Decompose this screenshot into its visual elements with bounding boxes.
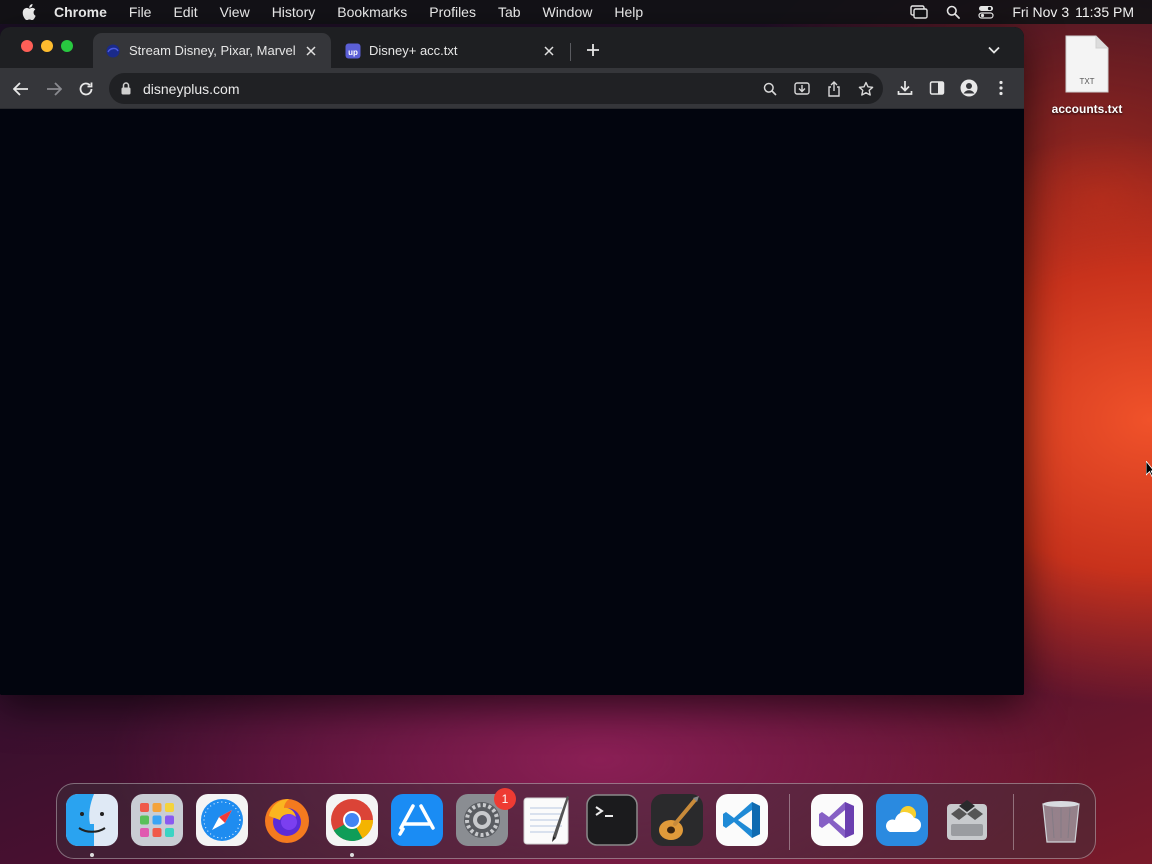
- profile-avatar-icon[interactable]: [960, 79, 978, 97]
- downloads-icon[interactable]: [896, 79, 914, 97]
- menu-help[interactable]: Help: [614, 4, 643, 20]
- chrome-window: Stream Disney, Pixar, Marvel, Star Wars …: [0, 27, 1024, 695]
- menu-bookmarks[interactable]: Bookmarks: [337, 4, 407, 20]
- address-bar[interactable]: disneyplus.com: [109, 73, 883, 104]
- window-close-button[interactable]: [21, 40, 33, 52]
- tab-search-chevron-down-icon[interactable]: [984, 40, 1004, 60]
- page-viewport[interactable]: [0, 110, 1024, 695]
- dock-launchpad-icon[interactable]: [131, 794, 183, 846]
- share-icon[interactable]: [825, 80, 843, 98]
- toolbar-actions: [896, 79, 1010, 97]
- menu-edit[interactable]: Edit: [173, 4, 197, 20]
- menubar: Chrome File Edit View History Bookmarks …: [0, 0, 1152, 24]
- notification-badge: 1: [494, 788, 516, 810]
- dock-garageband-icon[interactable]: [651, 794, 703, 846]
- dock-running-indicator: [350, 853, 354, 857]
- dock-divider: [789, 794, 790, 850]
- new-tab-plus-icon[interactable]: [583, 40, 603, 60]
- menu-profiles[interactable]: Profiles: [429, 4, 476, 20]
- upload-favicon-icon: up: [345, 43, 361, 59]
- menu-app-name[interactable]: Chrome: [54, 4, 107, 20]
- tab-strip: Stream Disney, Pixar, Marvel, Star Wars …: [0, 27, 1024, 68]
- dock-safari-icon[interactable]: [196, 794, 248, 846]
- menu-tab[interactable]: Tab: [498, 4, 521, 20]
- zoom-search-icon[interactable]: [761, 80, 779, 98]
- dock-textedit-icon[interactable]: [521, 794, 573, 846]
- url-text[interactable]: disneyplus.com: [143, 81, 240, 97]
- mouse-cursor-icon: [1146, 461, 1152, 477]
- dock-terminal-icon[interactable]: [586, 794, 638, 846]
- tab-accounts-file[interactable]: up Disney+ acc.txt: [333, 33, 569, 68]
- spotlight-search-icon[interactable]: [946, 5, 961, 19]
- tab-close-icon[interactable]: [541, 43, 557, 59]
- window-minimize-button[interactable]: [41, 40, 53, 52]
- window-maximize-button[interactable]: [61, 40, 73, 52]
- dock-firefox-icon[interactable]: [261, 794, 313, 846]
- dock-boot-camp-icon[interactable]: [941, 794, 993, 846]
- dock-trash-icon[interactable]: [1035, 794, 1087, 846]
- browser-toolbar: disneyplus.com: [0, 68, 1024, 109]
- disney-plus-favicon-icon: [105, 43, 121, 59]
- desktop-file-accounts[interactable]: TXT accounts.txt: [1044, 34, 1130, 116]
- menu-history[interactable]: History: [272, 4, 316, 20]
- screen-mirroring-icon[interactable]: [910, 5, 929, 19]
- lock-icon[interactable]: [119, 82, 133, 96]
- window-controls: [21, 40, 73, 52]
- dock-chrome-icon[interactable]: [326, 794, 378, 846]
- install-app-icon[interactable]: [793, 80, 811, 98]
- menu-window[interactable]: Window: [543, 4, 593, 20]
- desktop-file-name: accounts.txt: [1051, 102, 1123, 116]
- dock-vscode-icon[interactable]: [716, 794, 768, 846]
- tab-disney-plus[interactable]: Stream Disney, Pixar, Marvel, Star Wars: [93, 33, 331, 68]
- apple-menu-icon[interactable]: [18, 4, 40, 20]
- text-document-icon[interactable]: TXT: [1064, 34, 1110, 94]
- omnibox-actions: [761, 73, 875, 104]
- reload-icon[interactable]: [75, 78, 97, 100]
- chrome-menu-kebab-icon[interactable]: [992, 79, 1010, 97]
- tab-close-icon[interactable]: [303, 43, 319, 59]
- dock-app-store-icon[interactable]: [391, 794, 443, 846]
- tab-title: Disney+ acc.txt: [369, 43, 458, 58]
- dock-running-indicator: [90, 853, 94, 857]
- menu-file[interactable]: File: [129, 4, 152, 20]
- menu-view[interactable]: View: [220, 4, 250, 20]
- tab-title: Stream Disney, Pixar, Marvel, Star Wars: [129, 43, 295, 58]
- back-arrow-icon[interactable]: [10, 78, 32, 100]
- favicon-text: up: [348, 48, 358, 57]
- forward-arrow-icon[interactable]: [43, 78, 65, 100]
- menubar-clock[interactable]: Fri Nov 3 11:35 PM: [1012, 4, 1134, 20]
- dock-system-settings-icon[interactable]: 1: [456, 788, 516, 846]
- tab-separator: [570, 43, 571, 61]
- dock-divider: [1013, 794, 1014, 850]
- dock: 1: [56, 783, 1096, 859]
- menubar-tray: Fri Nov 3 11:35 PM: [892, 0, 1134, 24]
- dock-visual-studio-icon[interactable]: [811, 794, 863, 846]
- control-center-icon[interactable]: [978, 5, 994, 19]
- file-type-label: TXT: [1079, 77, 1094, 86]
- menubar-date: Fri Nov 3: [1012, 4, 1070, 20]
- bookmark-star-icon[interactable]: [857, 80, 875, 98]
- side-panel-icon[interactable]: [928, 79, 946, 97]
- dock-finder-icon[interactable]: [66, 794, 118, 846]
- menubar-time: 11:35 PM: [1075, 4, 1134, 20]
- dock-weather-icon[interactable]: [876, 794, 928, 846]
